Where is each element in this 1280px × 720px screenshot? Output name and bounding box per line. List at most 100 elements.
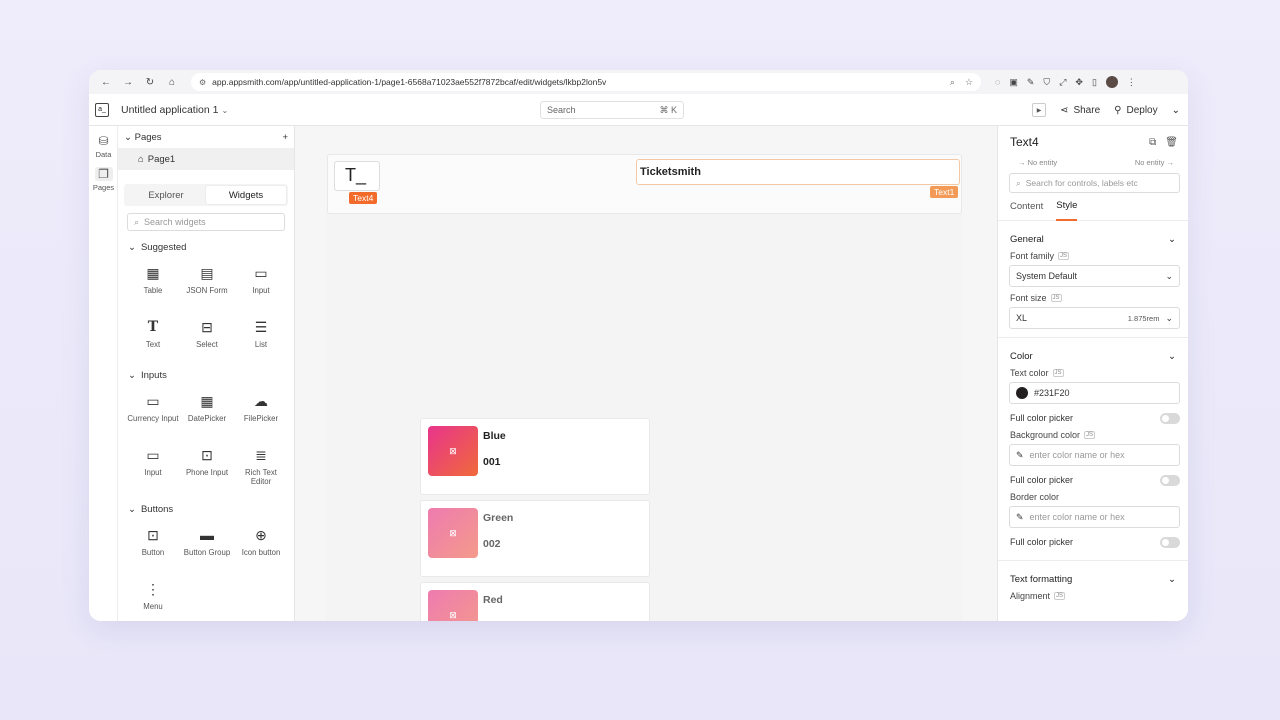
widget-datepicker[interactable]: ▦ DatePicker xyxy=(180,387,234,441)
search-icon: ⌕ xyxy=(1016,177,1021,188)
json-form-icon: ▤ xyxy=(200,265,214,281)
widget-icon-button[interactable]: ⊕ Icon button xyxy=(234,521,288,575)
image-placeholder-icon: ⊠ xyxy=(428,508,478,558)
site-info-icon[interactable]: ⚙ xyxy=(199,78,206,87)
deploy-options-chevron-icon[interactable]: ⌄ xyxy=(1172,105,1180,116)
list-item[interactable]: ⊠ Red 003 xyxy=(420,582,650,621)
widget-table[interactable]: ▦ Table xyxy=(126,259,180,313)
appsmith-logo[interactable]: a_ xyxy=(95,102,109,117)
color-swatch[interactable] xyxy=(1016,387,1028,399)
text1-tag[interactable]: Text1 xyxy=(930,186,959,198)
section-color[interactable]: Color ⌄ xyxy=(998,346,1188,366)
widget-button-group[interactable]: ▬ Button Group xyxy=(180,521,234,575)
widget-json-form[interactable]: ▤ JSON Form xyxy=(180,259,234,313)
widget-name[interactable]: Text4 xyxy=(1010,135,1039,149)
list-item[interactable]: ⊠ Blue 001 xyxy=(420,418,650,495)
omnibar-search[interactable]: Search ⌘ K xyxy=(540,101,684,119)
widget-input-2[interactable]: ▭ Input xyxy=(126,441,180,495)
widget-label: Rich Text Editor xyxy=(245,468,277,487)
search-controls-input[interactable]: ⌕ Search for controls, labels etc xyxy=(1009,173,1180,193)
chevron-down-icon: ⌄ xyxy=(1168,350,1176,362)
text-color-input[interactable]: #231F20 xyxy=(1009,382,1180,404)
widget-select[interactable]: ⊟ Select xyxy=(180,313,234,367)
widget-button[interactable]: ⊡ Button xyxy=(126,521,180,575)
widget-text[interactable]: T Text xyxy=(126,313,180,367)
label-text: Alignment xyxy=(1010,591,1051,601)
tab-content[interactable]: Content xyxy=(1010,193,1043,221)
label-text: Background color xyxy=(1010,430,1081,440)
preview-play-icon[interactable]: ▶ xyxy=(1032,103,1047,117)
profile-avatar[interactable] xyxy=(1105,76,1118,88)
trash-icon[interactable]: 🗑 xyxy=(1165,137,1178,148)
extension-icon[interactable]: ▣ xyxy=(1009,77,1018,88)
search-widgets-input[interactable]: ⌕ Search widgets xyxy=(127,213,285,231)
app-title: Untitled application 1 xyxy=(121,103,219,116)
widget-input[interactable]: ▭ Input xyxy=(234,259,288,313)
chevron-down-icon: ⌄ xyxy=(124,131,132,143)
header-container-widget[interactable]: T_ Text4 Ticketsmith Text1 xyxy=(327,154,962,214)
copy-icon[interactable]: ⧉ xyxy=(1149,137,1156,148)
more-vertical-icon[interactable]: ⋮ xyxy=(1127,77,1136,88)
select-value: XL xyxy=(1016,313,1028,323)
section-suggested[interactable]: ⌄ Suggested xyxy=(118,239,294,255)
zoom-icon[interactable]: ⌕ xyxy=(950,77,955,88)
background-color-input[interactable]: ✎ enter color name or hex xyxy=(1009,444,1180,466)
puzzle-icon[interactable]: ✥ xyxy=(1075,77,1083,88)
home-icon[interactable]: ⌂ xyxy=(163,73,181,91)
pages-toggle[interactable]: ⌄ Pages xyxy=(124,132,162,143)
full-color-picker-toggle[interactable] xyxy=(1160,412,1180,424)
extension-icons: ◌ ▣ ✎ ⛉ ⤢ ✥ ▯ ⋮ xyxy=(995,76,1136,88)
incoming-entity[interactable]: → No entity xyxy=(1018,158,1057,170)
tab-widgets[interactable]: Widgets xyxy=(206,186,286,204)
shield-icon[interactable]: ⛉ xyxy=(1043,77,1050,88)
tab-explorer[interactable]: Explorer xyxy=(126,186,206,204)
forward-arrow-icon[interactable]: → xyxy=(119,73,137,91)
js-toggle-badge[interactable]: JS xyxy=(1058,252,1070,260)
widget-rich-text-editor[interactable]: ≣ Rich Text Editor xyxy=(234,441,288,495)
extension-icon[interactable]: ◌ xyxy=(995,77,1000,87)
app-title-dropdown[interactable]: Untitled application 1 ⌄ xyxy=(121,104,228,116)
page-item-page1[interactable]: ⌂ Page1 xyxy=(118,148,294,170)
rail-item-data[interactable]: ⛁ Data xyxy=(89,126,118,159)
full-color-picker-toggle[interactable] xyxy=(1160,536,1180,548)
list-item[interactable]: ⊠ Green 002 xyxy=(420,500,650,577)
js-toggle-badge[interactable]: JS xyxy=(1054,592,1066,600)
full-color-picker-row: Full color picker xyxy=(998,408,1188,428)
rail-item-pages[interactable]: ❐ Pages xyxy=(89,159,118,192)
expand-icon[interactable]: ⤢ xyxy=(1059,77,1066,88)
js-toggle-badge[interactable]: JS xyxy=(1052,369,1064,377)
bookmark-star-icon[interactable]: ☆ xyxy=(965,77,973,88)
text1-widget[interactable]: Ticketsmith xyxy=(636,159,960,185)
section-inputs[interactable]: ⌄ Inputs xyxy=(118,367,294,383)
widget-filepicker[interactable]: ☁ FilePicker xyxy=(234,387,288,441)
share-button[interactable]: ⋖ Share xyxy=(1060,105,1100,116)
input-icon: ▭ xyxy=(146,447,160,463)
text4-tag[interactable]: Text4 xyxy=(349,192,378,204)
tab-style[interactable]: Style xyxy=(1056,193,1078,221)
extension-icon[interactable]: ✎ xyxy=(1027,77,1035,88)
text4-widget[interactable]: T_ xyxy=(334,161,380,191)
section-buttons[interactable]: ⌄ Buttons xyxy=(118,501,294,517)
widget-phone-input[interactable]: ⊡ Phone Input xyxy=(180,441,234,495)
outgoing-entity[interactable]: No entity → xyxy=(1135,158,1174,170)
section-general[interactable]: General ⌄ xyxy=(998,229,1188,249)
address-bar[interactable]: ⚙ app.appsmith.com/app/untitled-applicat… xyxy=(191,73,981,91)
add-page-button[interactable]: + xyxy=(282,132,288,143)
deploy-button[interactable]: ⚲ Deploy xyxy=(1114,105,1157,116)
font-size-select[interactable]: XL 1.875rem ⌄ xyxy=(1009,307,1180,329)
reload-icon[interactable]: ↻ xyxy=(141,73,159,91)
search-label: Search xyxy=(547,105,576,115)
widget-label: Currency Input xyxy=(127,414,179,423)
section-text-formatting[interactable]: Text formatting ⌄ xyxy=(998,569,1188,589)
back-arrow-icon[interactable]: ← xyxy=(97,73,115,91)
js-toggle-badge[interactable]: JS xyxy=(1084,431,1096,439)
sidebar-toggle-icon[interactable]: ▯ xyxy=(1092,77,1097,88)
full-color-picker-toggle[interactable] xyxy=(1160,474,1180,486)
border-color-input[interactable]: ✎ enter color name or hex xyxy=(1009,506,1180,528)
js-toggle-badge[interactable]: JS xyxy=(1050,294,1062,302)
widget-list[interactable]: ☰ List xyxy=(234,313,288,367)
widget-currency-input[interactable]: ▭ Currency Input xyxy=(126,387,180,441)
font-family-select[interactable]: System Default ⌄ xyxy=(1009,265,1180,287)
widget-menu[interactable]: ⋮ Menu xyxy=(126,575,180,621)
editor-canvas[interactable]: T_ Text4 Ticketsmith Text1 ⊠ Blue 001 ⊠ … xyxy=(295,126,997,621)
